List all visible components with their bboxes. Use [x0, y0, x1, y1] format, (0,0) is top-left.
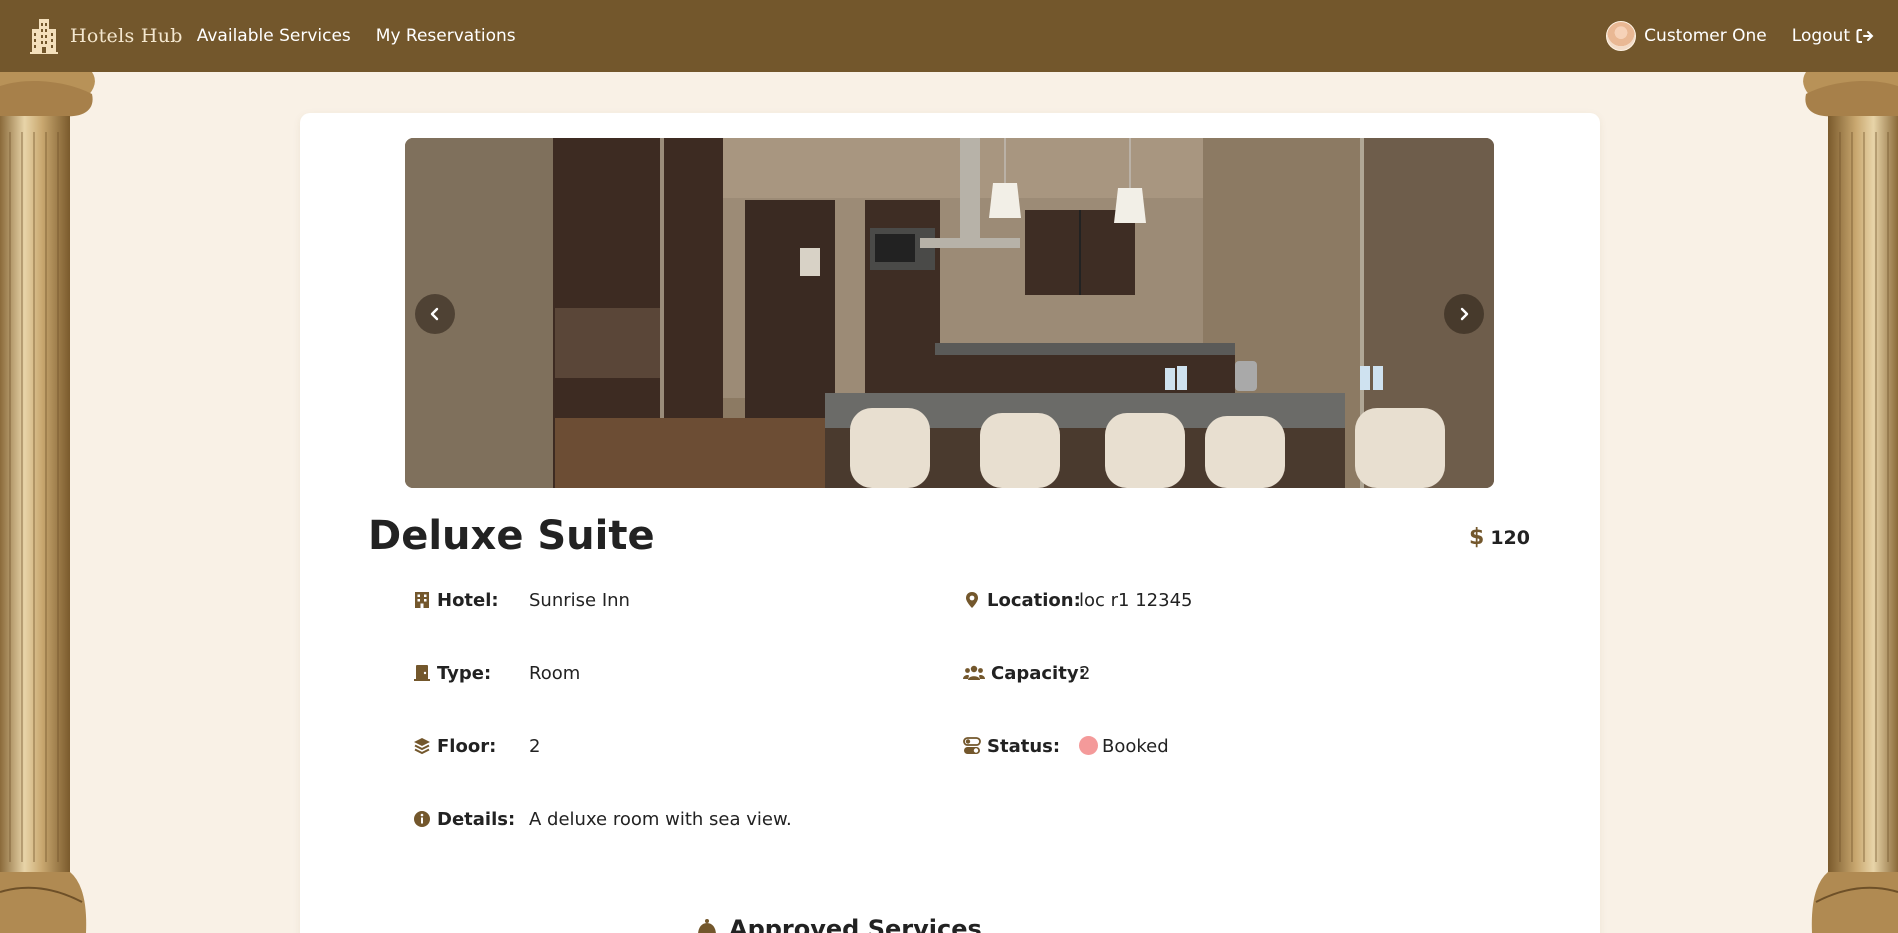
logout-button[interactable]: Logout: [1792, 26, 1874, 46]
brand[interactable]: Hotels Hub: [28, 17, 183, 55]
right-pillar-decoration: [1803, 72, 1898, 933]
hotel-value: Sunrise Inn: [529, 589, 630, 611]
top-navbar: Hotels Hub Available Services My Reserva…: [0, 0, 1898, 72]
carousel-prev-button[interactable]: [415, 294, 455, 334]
nav-available-services[interactable]: Available Services: [197, 26, 351, 46]
nav-my-reservations[interactable]: My Reservations: [376, 26, 516, 46]
user-menu[interactable]: Customer One: [1606, 21, 1767, 51]
field-details: Details: A deluxe room with sea view.: [413, 804, 792, 834]
capacity-value: 2: [1079, 662, 1091, 684]
logout-icon: [1856, 29, 1874, 43]
chevron-left-icon: [430, 307, 439, 321]
floor-value: 2: [529, 735, 541, 757]
carousel-next-button[interactable]: [1444, 294, 1484, 334]
field-floor: Floor: 2: [413, 731, 540, 761]
bell-icon: [698, 919, 716, 933]
room-title: Deluxe Suite: [368, 513, 655, 559]
type-value: Room: [529, 662, 581, 684]
field-capacity: Capacity: 2: [963, 658, 1090, 688]
logout-label: Logout: [1791, 26, 1850, 46]
layers-icon: [414, 738, 430, 755]
location-value: loc r1 12345: [1079, 589, 1193, 611]
room-detail-card: Deluxe Suite $ 120 Hotel: Sunrise Inn Lo…: [300, 113, 1600, 933]
status-badge: Booked: [1079, 735, 1169, 757]
details-value: A deluxe room with sea view.: [529, 808, 792, 830]
avatar: [1606, 21, 1637, 51]
field-status: Status: Booked: [963, 731, 1169, 761]
price-value: 120: [1490, 526, 1530, 549]
field-location: Location: loc r1 12345: [963, 585, 1192, 615]
room-price: $ 120: [1469, 525, 1530, 550]
dollar-icon: $: [1469, 525, 1485, 550]
status-dot: [1079, 735, 1098, 755]
info-icon: [414, 811, 430, 827]
door-icon: [414, 665, 430, 681]
room-image-carousel[interactable]: [405, 138, 1494, 488]
chevron-right-icon: [1460, 307, 1469, 321]
approved-services-heading: Approved Services: [695, 915, 982, 933]
brand-name: Hotels Hub: [70, 25, 183, 47]
users-icon: [963, 665, 985, 680]
toggle-icon: [963, 737, 981, 754]
user-name: Customer One: [1644, 26, 1767, 46]
field-hotel: Hotel: Sunrise Inn: [413, 585, 630, 615]
hotel-building-icon: [30, 19, 58, 54]
map-pin-icon: [966, 592, 978, 608]
building-icon: [415, 592, 429, 608]
left-pillar-decoration: [0, 72, 95, 933]
field-type: Type: Room: [413, 658, 580, 688]
room-photo: [405, 138, 1494, 488]
